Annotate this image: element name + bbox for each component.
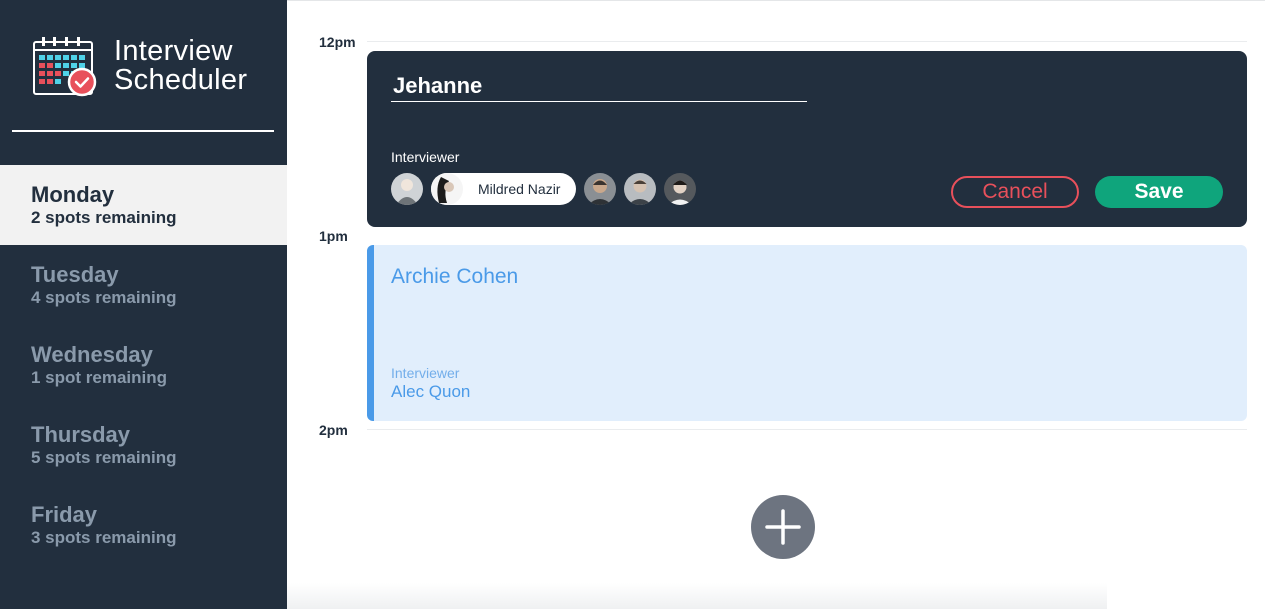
schedule: 12pm Interviewer bbox=[287, 0, 1265, 609]
divider bbox=[287, 0, 1265, 1]
avatar-icon bbox=[391, 173, 423, 205]
time-label-2pm: 2pm bbox=[319, 422, 348, 438]
plus-icon bbox=[765, 509, 801, 545]
day-spots: 3 spots remaining bbox=[31, 528, 177, 547]
hour-divider bbox=[367, 41, 1247, 42]
day-item-thursday[interactable]: Thursday 5 spots remaining bbox=[0, 405, 287, 485]
time-label-12pm: 12pm bbox=[319, 34, 356, 50]
add-appointment-button[interactable] bbox=[751, 495, 815, 559]
selected-interviewer[interactable]: Mildred Nazir bbox=[431, 173, 577, 205]
day-spots: 5 spots remaining bbox=[31, 448, 177, 467]
app-title: Interview Scheduler bbox=[114, 37, 247, 95]
day-item-wednesday[interactable]: Wednesday 1 spot remaining bbox=[0, 325, 287, 405]
hour-divider bbox=[367, 429, 1247, 430]
day-spots: 2 spots remaining bbox=[31, 208, 177, 227]
interviewer-avatar bbox=[431, 173, 463, 205]
bottom-shadow bbox=[287, 583, 1107, 609]
appointment-card[interactable]: Archie Cohen Interviewer Alec Quon bbox=[367, 245, 1247, 421]
brand: Interview Scheduler bbox=[33, 36, 247, 98]
save-button[interactable]: Save bbox=[1095, 176, 1223, 208]
sidebar: Interview Scheduler Monday 2 spots remai… bbox=[0, 0, 287, 609]
interviewer-label: Interviewer bbox=[391, 149, 460, 165]
appointment-form: Interviewer Mildred Nazir bbox=[367, 51, 1247, 227]
day-item-tuesday[interactable]: Tuesday 4 spots remaining bbox=[0, 245, 287, 325]
calendar-logo-icon bbox=[33, 37, 97, 97]
day-item-monday[interactable]: Monday 2 spots remaining bbox=[0, 165, 287, 245]
day-name: Thursday bbox=[31, 422, 131, 447]
day-name: Wednesday bbox=[31, 342, 153, 367]
day-spots: 1 spot remaining bbox=[31, 368, 168, 387]
time-label-1pm: 1pm bbox=[319, 228, 348, 244]
day-item-friday[interactable]: Friday 3 spots remaining bbox=[0, 485, 287, 565]
sidebar-divider bbox=[12, 130, 274, 132]
avatar-icon bbox=[624, 173, 657, 205]
appointment-interviewer-name: Alec Quon bbox=[391, 382, 471, 401]
day-name: Friday bbox=[31, 502, 98, 527]
interviewer-avatar[interactable] bbox=[584, 173, 617, 205]
interviewer-list: Mildred Nazir bbox=[391, 173, 704, 205]
day-spots: 4 spots remaining bbox=[31, 288, 177, 307]
cancel-button[interactable]: Cancel bbox=[951, 176, 1079, 208]
app-title-line2: Scheduler bbox=[114, 64, 248, 96]
student-name-input[interactable] bbox=[391, 71, 807, 102]
app-title-line1: Interview bbox=[114, 35, 233, 67]
avatar-icon bbox=[431, 173, 463, 205]
avatar-icon bbox=[664, 173, 697, 205]
avatar-icon bbox=[584, 173, 617, 205]
interviewer-avatar[interactable] bbox=[664, 173, 697, 205]
day-list: Monday 2 spots remaining Tuesday 4 spots… bbox=[0, 165, 287, 565]
appointment-student-name: Archie Cohen bbox=[391, 265, 519, 288]
interviewer-avatar[interactable] bbox=[624, 173, 657, 205]
day-name: Monday bbox=[31, 182, 115, 207]
appointment-interviewer-label: Interviewer bbox=[391, 365, 460, 381]
selected-interviewer-name: Mildred Nazir bbox=[478, 181, 561, 197]
day-name: Tuesday bbox=[31, 262, 119, 287]
interviewer-avatar[interactable] bbox=[391, 173, 423, 205]
